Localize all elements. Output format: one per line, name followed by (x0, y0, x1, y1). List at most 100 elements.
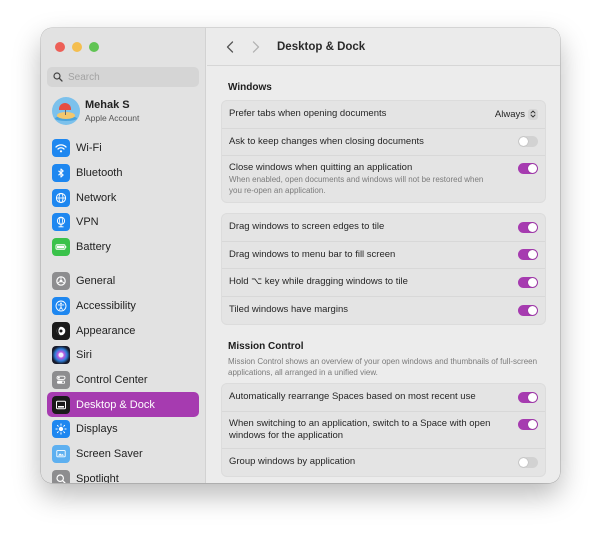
battery-icon (52, 238, 70, 257)
drag-edges-toggle[interactable] (518, 221, 538, 233)
sidebar-group-system: General Accessibility Appearance Siri Co… (47, 269, 199, 483)
search-input[interactable] (68, 71, 188, 83)
sidebar-item-label: Desktop & Dock (76, 398, 155, 411)
close-window-button[interactable] (55, 42, 65, 52)
dock-icon (52, 395, 70, 414)
updown-chevron-icon (528, 108, 538, 120)
sidebar-item-battery[interactable]: Battery (47, 235, 199, 260)
sidebar-item-vpn[interactable]: VPN (47, 210, 199, 235)
account-name: Mehak S (85, 98, 130, 111)
setting-label: Ask to keep changes when closing documen… (229, 135, 424, 147)
forward-button[interactable] (249, 40, 263, 54)
sidebar-item-appearance[interactable]: Appearance (47, 318, 199, 343)
setting-row-rearrange-spaces: Automatically rearrange Spaces based on … (222, 384, 545, 412)
siri-icon (52, 346, 70, 365)
sidebar-item-displays[interactable]: Displays (47, 417, 199, 442)
screen-saver-icon (52, 445, 70, 464)
setting-row-prefer-tabs: Prefer tabs when opening documents Alway… (222, 101, 545, 129)
setting-label: Prefer tabs when opening documents (229, 108, 387, 120)
minimize-window-button[interactable] (72, 42, 82, 52)
sidebar-item-label: General (76, 275, 116, 288)
section-title-mission-control: Mission Control (228, 341, 304, 352)
gear-icon (52, 272, 70, 291)
sidebar-item-label: Battery (76, 241, 111, 254)
accessibility-icon (52, 297, 70, 316)
magnifier-icon (52, 469, 70, 483)
mission-control-card: Automatically rearrange Spaces based on … (221, 383, 546, 477)
setting-label: Drag windows to screen edges to tile (229, 221, 385, 233)
sidebar-item-label: Bluetooth (76, 167, 123, 180)
tiled-margins-toggle[interactable] (518, 304, 538, 316)
sidebar-item-label: Network (76, 191, 117, 204)
setting-row-ask-keep-changes: Ask to keep changes when closing documen… (222, 129, 545, 156)
appearance-icon (52, 321, 70, 340)
zoom-window-button[interactable] (89, 42, 99, 52)
control-center-icon (52, 371, 70, 390)
setting-row-switch-space: When switching to an application, switch… (222, 412, 545, 449)
setting-label: Tiled windows have margins (229, 304, 348, 316)
section-description: Mission Control shows an overview of you… (228, 357, 538, 377)
sidebar-item-control-center[interactable]: Control Center (47, 368, 199, 393)
drag-menubar-toggle[interactable] (518, 249, 538, 261)
sidebar-item-accessibility[interactable]: Accessibility (47, 294, 199, 319)
setting-row-drag-menubar: Drag windows to menu bar to fill screen (222, 242, 545, 269)
sidebar-item-label: Siri (76, 349, 92, 362)
bluetooth-icon (52, 164, 70, 183)
sidebar-item-label: Displays (76, 423, 118, 436)
globe-icon (52, 188, 70, 207)
setting-label: Automatically rearrange Spaces based on … (229, 391, 476, 403)
settings-content: Windows Prefer tabs when opening documen… (207, 67, 560, 483)
sidebar-item-general[interactable]: General (47, 269, 199, 294)
setting-label: When switching to an application, switch… (229, 417, 491, 441)
setting-help-text: When enabled, open documents and windows… (229, 175, 484, 195)
chevron-left-icon (226, 40, 234, 53)
section-title-windows: Windows (228, 82, 272, 93)
back-button[interactable] (223, 40, 237, 54)
sidebar: Mehak S Apple Account Wi-Fi Bluetooth (41, 28, 206, 483)
setting-row-hold-option: Hold ⌥ key while dragging windows to til… (222, 269, 545, 297)
ask-keep-changes-toggle[interactable] (518, 136, 538, 148)
account-subtitle: Apple Account (85, 112, 140, 123)
sidebar-item-bluetooth[interactable]: Bluetooth (47, 161, 199, 186)
sidebar-item-screen-saver[interactable]: Screen Saver (47, 442, 199, 467)
setting-label: Group windows by application (229, 456, 356, 468)
sidebar-item-label: Appearance (76, 324, 136, 337)
system-settings-window: Mehak S Apple Account Wi-Fi Bluetooth (41, 28, 560, 483)
chevron-right-icon (252, 40, 260, 53)
sidebar-item-network[interactable]: Network (47, 185, 199, 210)
sidebar-item-label: Spotlight (76, 472, 119, 483)
sidebar-item-label: Control Center (76, 374, 148, 387)
sidebar-item-siri[interactable]: Siri (47, 343, 199, 368)
sidebar-item-label: Accessibility (76, 300, 136, 313)
prefer-tabs-select[interactable]: Always (494, 108, 538, 120)
window-controls (55, 42, 99, 52)
setting-label: Hold ⌥ key while dragging windows to til… (229, 276, 408, 288)
setting-row-tiled-margins: Tiled windows have margins (222, 297, 545, 325)
wifi-icon (52, 139, 70, 158)
setting-row-close-windows: Close windows when quitting an applicati… (222, 156, 545, 202)
sidebar-item-spotlight[interactable]: Spotlight (47, 467, 199, 483)
setting-label: Drag windows to menu bar to fill screen (229, 248, 396, 260)
page-title: Desktop & Dock (277, 40, 366, 53)
search-icon (53, 72, 63, 82)
sidebar-item-label: VPN (76, 216, 99, 229)
search-field[interactable] (47, 67, 199, 87)
group-windows-toggle[interactable] (518, 456, 538, 468)
sidebar-item-desktop-dock[interactable]: Desktop & Dock (47, 392, 199, 418)
setting-row-group-windows: Group windows by application (222, 449, 545, 477)
switch-space-toggle[interactable] (518, 418, 538, 430)
sidebar-item-label: Screen Saver (76, 448, 143, 461)
setting-row-drag-edges: Drag windows to screen edges to tile (222, 214, 545, 242)
rearrange-spaces-toggle[interactable] (518, 391, 538, 403)
vpn-globe-icon (52, 213, 70, 232)
hold-option-toggle[interactable] (518, 276, 538, 288)
apple-account[interactable]: Mehak S Apple Account (52, 97, 139, 125)
close-windows-toggle[interactable] (518, 163, 538, 174)
sidebar-item-wifi[interactable]: Wi-Fi (47, 136, 199, 161)
windows-card-1: Prefer tabs when opening documents Alway… (221, 100, 546, 203)
windows-card-2: Drag windows to screen edges to tile Dra… (221, 213, 546, 325)
sun-icon (52, 420, 70, 439)
sidebar-item-label: Wi-Fi (76, 142, 102, 155)
avatar (52, 97, 80, 125)
select-value: Always (494, 108, 525, 120)
